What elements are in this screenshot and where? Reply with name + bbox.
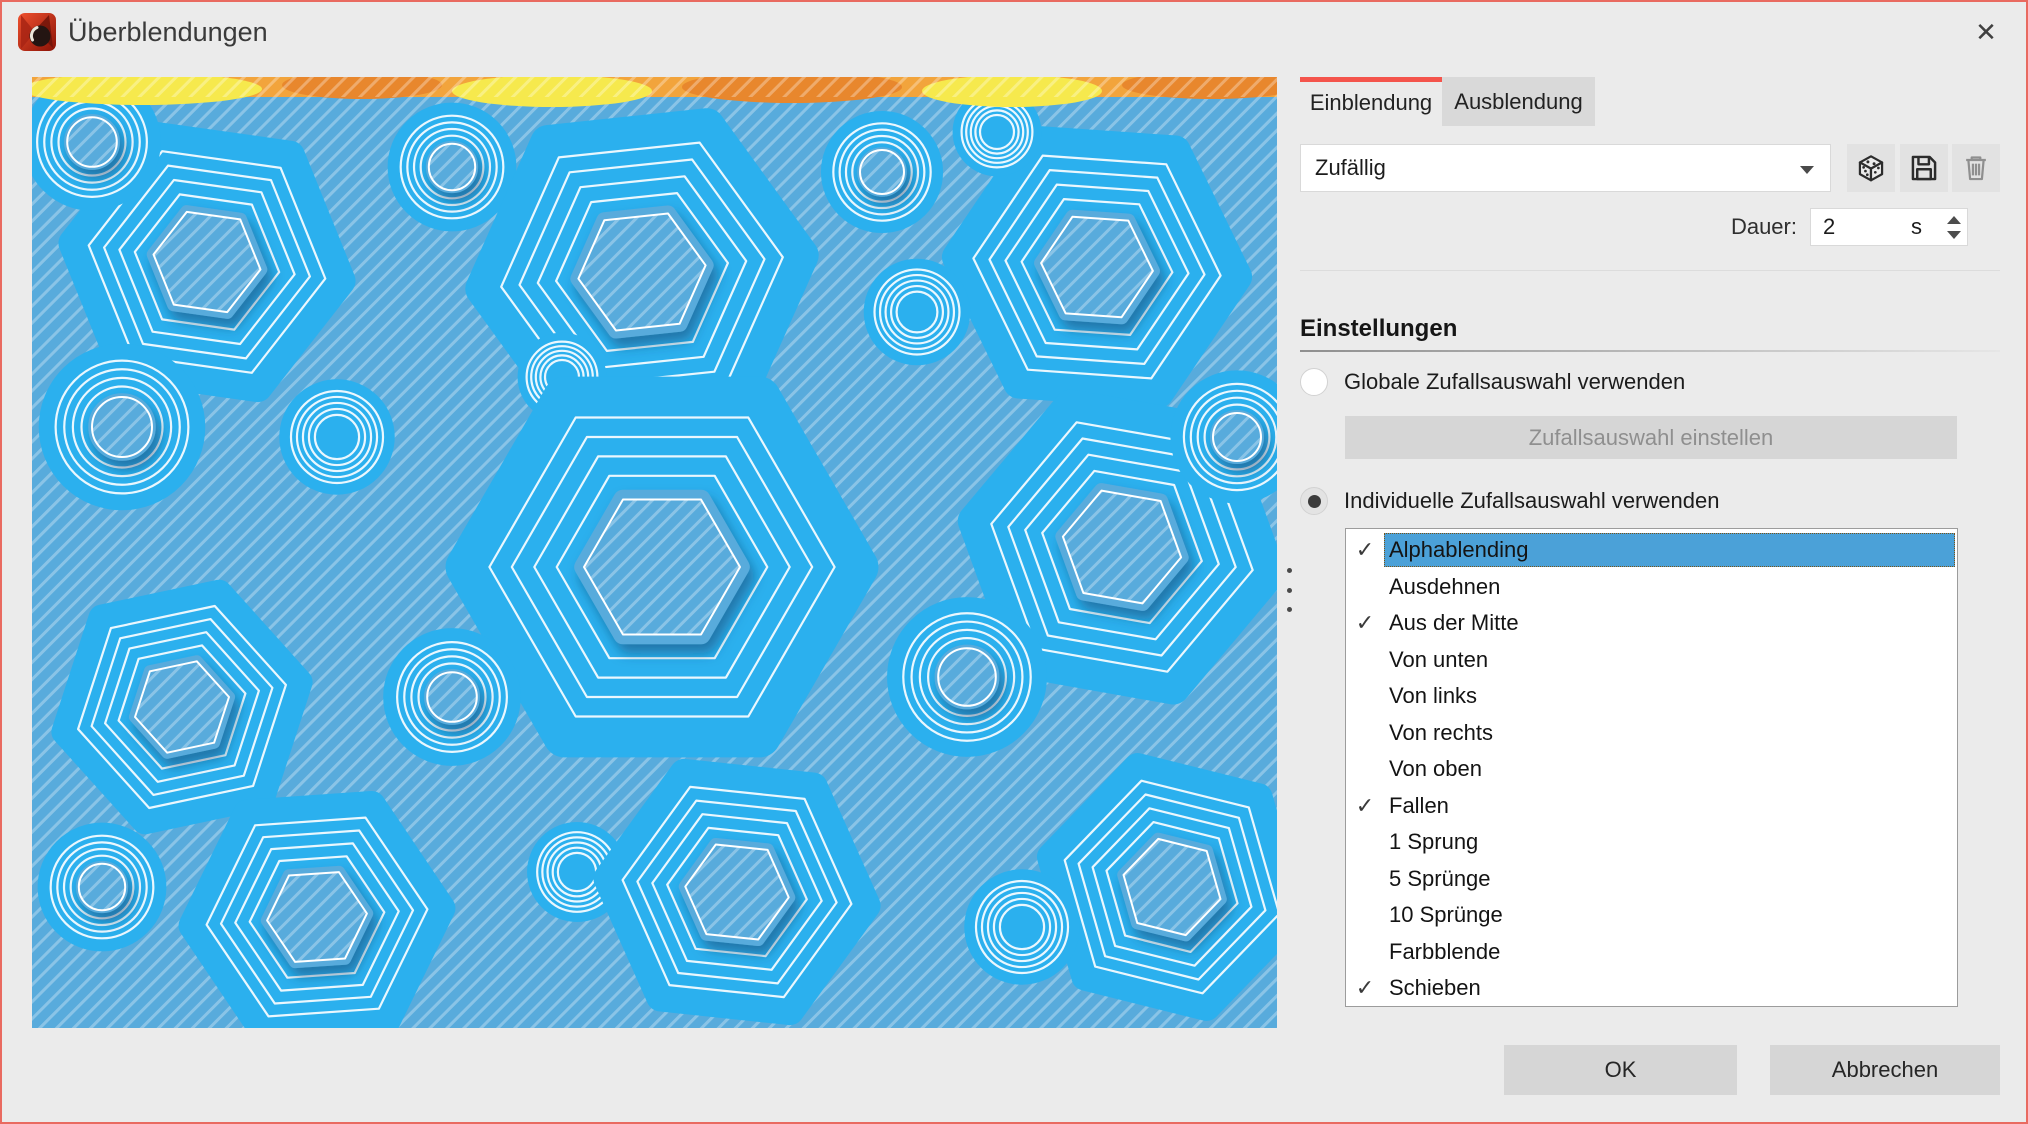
list-item[interactable]: ✓Aus der Mitte [1346,605,1957,642]
effect-label: Aus der Mitte [1384,606,1955,640]
ok-button[interactable]: OK [1504,1045,1737,1095]
preview-image [32,77,1277,1028]
delete-button[interactable] [1952,144,2000,192]
checkmark-icon: ✓ [1346,975,1384,1001]
app-icon [18,13,56,51]
list-item[interactable]: Ausdehnen [1346,569,1957,606]
individual-random-radio[interactable]: Individuelle Zufallsauswahl verwenden [1300,486,1719,516]
tab-einblendung[interactable]: Einblendung [1300,77,1442,126]
list-item[interactable]: 5 Sprünge [1346,861,1957,898]
effect-label: Farbblende [1384,935,1955,969]
effect-label: Fallen [1384,789,1955,823]
duration-unit: s [1911,214,1941,240]
settings-panel: Einblendung Ausblendung Zufällig [1300,77,2000,1122]
duration-value[interactable]: 2 [1811,214,1911,240]
checkmark-icon: ✓ [1346,537,1384,563]
save-button[interactable] [1900,144,1948,192]
individual-random-label: Individuelle Zufallsauswahl verwenden [1344,488,1719,514]
list-item[interactable]: 1 Sprung [1346,824,1957,861]
effects-list[interactable]: ✓AlphablendingAusdehnen✓Aus der MitteVon… [1345,528,1958,1007]
save-icon [1908,152,1940,184]
effect-label: Von unten [1384,643,1955,677]
list-item[interactable]: Von rechts [1346,715,1957,752]
transition-preset-select[interactable]: Zufällig [1300,144,1831,192]
list-item[interactable]: ✓Fallen [1346,788,1957,825]
list-item[interactable]: Farbblende [1346,934,1957,971]
random-dice-button[interactable] [1847,144,1895,192]
cancel-button[interactable]: Abbrechen [1770,1045,2000,1095]
heading-rule [1300,350,2000,352]
list-item[interactable]: ✓Schieben [1346,970,1957,1007]
settings-heading: Einstellungen [1300,315,1457,343]
effect-label: Von rechts [1384,716,1955,750]
global-random-radio[interactable]: Globale Zufallsauswahl verwenden [1300,367,1685,397]
tab-ausblendung[interactable]: Ausblendung [1442,77,1595,126]
transitions-dialog: Überblendungen ✕ Einblendung Ausblendung… [0,0,2028,1124]
effect-label: Schieben [1384,971,1955,1005]
set-random-button[interactable]: Zufallsauswahl einstellen [1345,416,1957,459]
checkmark-icon: ✓ [1346,793,1384,819]
spin-up-icon[interactable] [1947,216,1961,224]
list-item[interactable]: ✓Alphablending [1346,532,1957,569]
effect-label: Ausdehnen [1384,570,1955,604]
dialog-title: Überblendungen [68,2,268,62]
splitter-handle[interactable] [1282,568,1296,612]
duration-spinbox[interactable]: 2 s [1810,208,1968,246]
list-item[interactable]: 10 Sprünge [1346,897,1957,934]
preset-value: Zufällig [1315,155,1386,180]
effect-label: 5 Sprünge [1384,862,1955,896]
title-bar: Überblendungen ✕ [2,2,2026,62]
effect-label: Von oben [1384,752,1955,786]
effect-label: Von links [1384,679,1955,713]
trash-icon [1960,152,1992,184]
section-divider [1300,270,2000,271]
effect-label: 1 Sprung [1384,825,1955,859]
close-icon[interactable]: ✕ [1968,14,2004,50]
duration-stepper[interactable] [1941,209,1967,245]
effect-label: 10 Sprünge [1384,898,1955,932]
list-item[interactable]: Von links [1346,678,1957,715]
global-random-label: Globale Zufallsauswahl verwenden [1344,369,1685,395]
dice-icon [1855,152,1887,184]
chevron-down-icon [1800,166,1814,174]
transition-preview-graphic [32,77,1277,1028]
radio-unchecked-icon[interactable] [1300,368,1328,396]
list-item[interactable]: Von oben [1346,751,1957,788]
list-item[interactable]: Von unten [1346,642,1957,679]
spin-down-icon[interactable] [1947,231,1961,239]
duration-label: Dauer: [1580,208,1797,246]
effect-label: Alphablending [1384,533,1955,567]
radio-checked-icon[interactable] [1300,487,1328,515]
checkmark-icon: ✓ [1346,610,1384,636]
